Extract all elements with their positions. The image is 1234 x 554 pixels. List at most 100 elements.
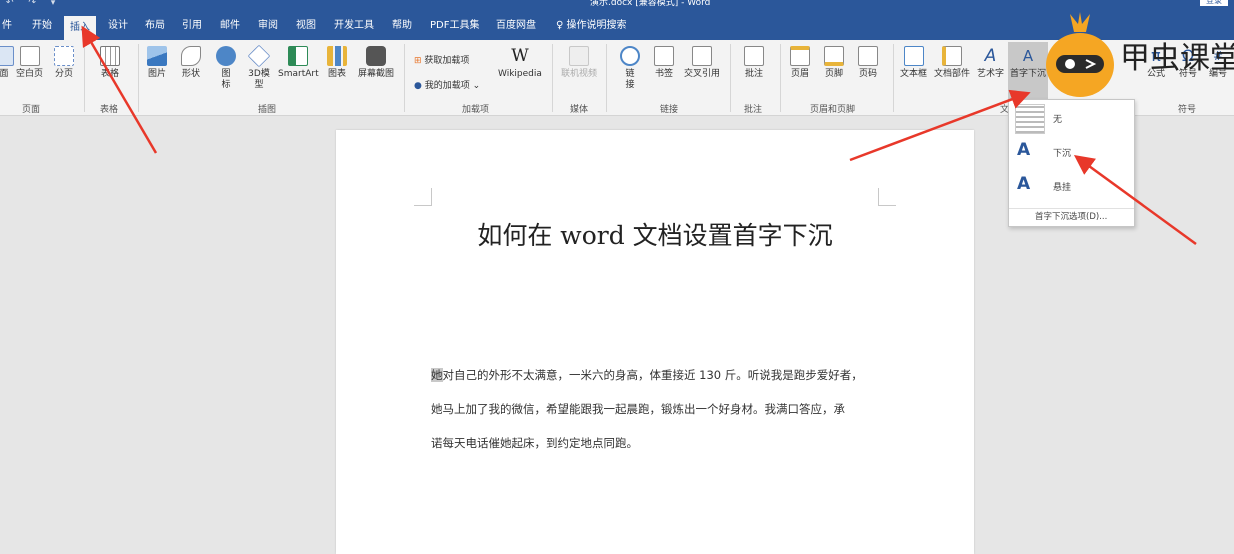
tab-home[interactable]: 开始 xyxy=(32,12,52,40)
drop-cap-in-margin-option[interactable]: A 悬挂 xyxy=(1009,170,1134,203)
divider xyxy=(780,44,781,112)
divider xyxy=(404,44,405,112)
group-label-addins: 加载项 xyxy=(462,105,490,115)
drop-cap-menu: 无 A 下沉 A 悬挂 首字下沉选项(D)... xyxy=(1008,99,1135,227)
document-page[interactable]: 如何在 word 文档设置首字下沉 她对自己的外形不太满意，一米六的身高，体重接… xyxy=(336,130,974,554)
quick-access-toolbar[interactable]: ↶ ↷ ▾ xyxy=(6,0,61,8)
table-icon xyxy=(100,46,120,66)
page-number-icon xyxy=(858,46,878,66)
divider xyxy=(606,44,607,112)
quick-parts-button[interactable]: 文档部件 xyxy=(934,46,970,80)
blank-page-button[interactable]: 空白页 xyxy=(16,46,43,80)
tab-insert[interactable]: 插入 xyxy=(64,16,96,40)
picture-icon xyxy=(147,46,167,66)
mascot-logo-icon xyxy=(1046,12,1114,97)
group-label-tables: 表格 xyxy=(100,105,119,115)
tab-view[interactable]: 视图 xyxy=(296,12,316,40)
group-label-symbols: 符号 xyxy=(1178,105,1197,115)
wordart-button[interactable]: A 艺术字 xyxy=(977,46,1004,80)
cube-icon xyxy=(247,44,271,68)
wordart-icon: A xyxy=(984,46,997,66)
divider xyxy=(893,44,894,112)
cover-page-button[interactable]: 面 xyxy=(0,46,14,80)
paragraph-line[interactable]: 诺每天电话催她起床，到约定地点同跑。 xyxy=(431,426,891,460)
drop-cap-none-icon xyxy=(1015,104,1045,134)
store-icon: ⊞ xyxy=(414,56,425,66)
screenshot-button[interactable]: 屏幕截图 xyxy=(358,46,394,80)
cover-page-icon xyxy=(0,46,14,66)
table-button[interactable]: 表格 xyxy=(100,46,120,80)
tell-me-search[interactable]: ♀ 操作说明搜索 xyxy=(556,12,627,40)
brand-watermark: 甲虫课堂 xyxy=(1120,41,1234,76)
bookmark-icon xyxy=(654,46,674,66)
footer-button[interactable]: 页脚 xyxy=(824,46,844,80)
tab-pdf-tools[interactable]: PDF工具集 xyxy=(430,12,479,40)
shapes-button[interactable]: 形状 xyxy=(181,46,201,80)
page-number-button[interactable]: 页码 xyxy=(858,46,878,80)
cross-reference-button[interactable]: 交叉引用 xyxy=(684,46,720,80)
page-break-button[interactable]: 分页 xyxy=(54,46,74,80)
online-video-button[interactable]: 联机视频 xyxy=(561,46,597,80)
divider xyxy=(138,44,139,112)
group-label-illustrations: 插图 xyxy=(258,105,277,115)
wikipedia-icon: W xyxy=(511,46,529,66)
drop-cap-icon: A xyxy=(1022,47,1034,65)
divider xyxy=(730,44,731,112)
margin-mark xyxy=(878,188,896,206)
login-button[interactable]: 登录 xyxy=(1200,0,1228,6)
smartart-button[interactable]: SmartArt xyxy=(278,46,319,80)
chart-button[interactable]: 图表 xyxy=(327,46,347,80)
header-button[interactable]: 页眉 xyxy=(790,46,810,80)
comment-button[interactable]: 批注 xyxy=(744,46,764,80)
addin-icon: ● xyxy=(414,81,425,91)
shapes-icon xyxy=(181,46,201,66)
group-label-header-footer: 页眉和页脚 xyxy=(810,105,856,115)
drop-cap-margin-icon: A xyxy=(1017,174,1031,194)
drop-cap-options-link[interactable]: 首字下沉选项(D)... xyxy=(1009,208,1134,226)
tab-file[interactable]: 件 xyxy=(2,12,12,40)
globe-icon xyxy=(620,46,640,66)
tab-layout[interactable]: 布局 xyxy=(145,12,165,40)
bookmark-button[interactable]: 书签 xyxy=(654,46,674,80)
drop-cap-none-option[interactable]: 无 xyxy=(1009,102,1134,135)
tab-help[interactable]: 帮助 xyxy=(392,12,412,40)
paragraph-line[interactable]: 她对自己的外形不太满意，一米六的身高，体重接近 130 斤。听说我是跑步爱好者， xyxy=(431,358,891,392)
window-title: 演示.docx [兼容模式] - Word xyxy=(590,0,711,8)
header-icon xyxy=(790,46,810,66)
divider xyxy=(84,44,85,112)
tab-review[interactable]: 审阅 xyxy=(258,12,278,40)
group-label-pages: 页面 xyxy=(22,105,41,115)
blank-page-icon xyxy=(19,46,40,66)
get-addins-button[interactable]: ⊞ 获取加载项 xyxy=(414,53,469,66)
tab-developer[interactable]: 开发工具 xyxy=(334,12,374,40)
lightbulb-icon: ♀ xyxy=(556,20,567,31)
group-label-links: 链接 xyxy=(660,105,679,115)
tab-baidu-netdisk[interactable]: 百度网盘 xyxy=(496,12,536,40)
tab-design[interactable]: 设计 xyxy=(108,12,128,40)
tab-mailings[interactable]: 邮件 xyxy=(220,12,240,40)
group-label-comments: 批注 xyxy=(744,105,763,115)
smartart-icon xyxy=(288,46,309,66)
footer-icon xyxy=(824,46,844,66)
margin-mark xyxy=(414,188,432,206)
chart-icon xyxy=(327,46,347,66)
icons-icon xyxy=(216,46,236,66)
group-label-media: 媒体 xyxy=(570,105,589,115)
link-button[interactable]: 链接 xyxy=(620,46,640,91)
drop-cap-dropped-icon: A xyxy=(1017,140,1031,160)
document-heading[interactable]: 如何在 word 文档设置首字下沉 xyxy=(336,216,974,252)
3d-models-button[interactable]: 3D模型 xyxy=(247,44,271,91)
my-addins-button[interactable]: ● 我的加载项 ⌄ xyxy=(414,78,480,91)
page-break-icon xyxy=(54,46,74,66)
tab-references[interactable]: 引用 xyxy=(182,12,202,40)
paragraph-line[interactable]: 她马上加了我的微信，希望能跟我一起晨跑，锻炼出一个好身材。我满口答应，承 xyxy=(431,392,891,426)
quick-parts-icon xyxy=(942,46,962,66)
drop-cap-char[interactable]: 她 xyxy=(431,368,443,382)
text-box-button[interactable]: 文本框 xyxy=(900,46,927,80)
drop-cap-dropped-option[interactable]: A 下沉 xyxy=(1009,136,1134,169)
camera-icon xyxy=(366,46,386,66)
pictures-button[interactable]: 图片 xyxy=(147,46,167,80)
icons-button[interactable]: 图标 xyxy=(216,46,236,91)
wikipedia-button[interactable]: W Wikipedia xyxy=(498,46,542,80)
text-box-icon xyxy=(903,46,924,66)
